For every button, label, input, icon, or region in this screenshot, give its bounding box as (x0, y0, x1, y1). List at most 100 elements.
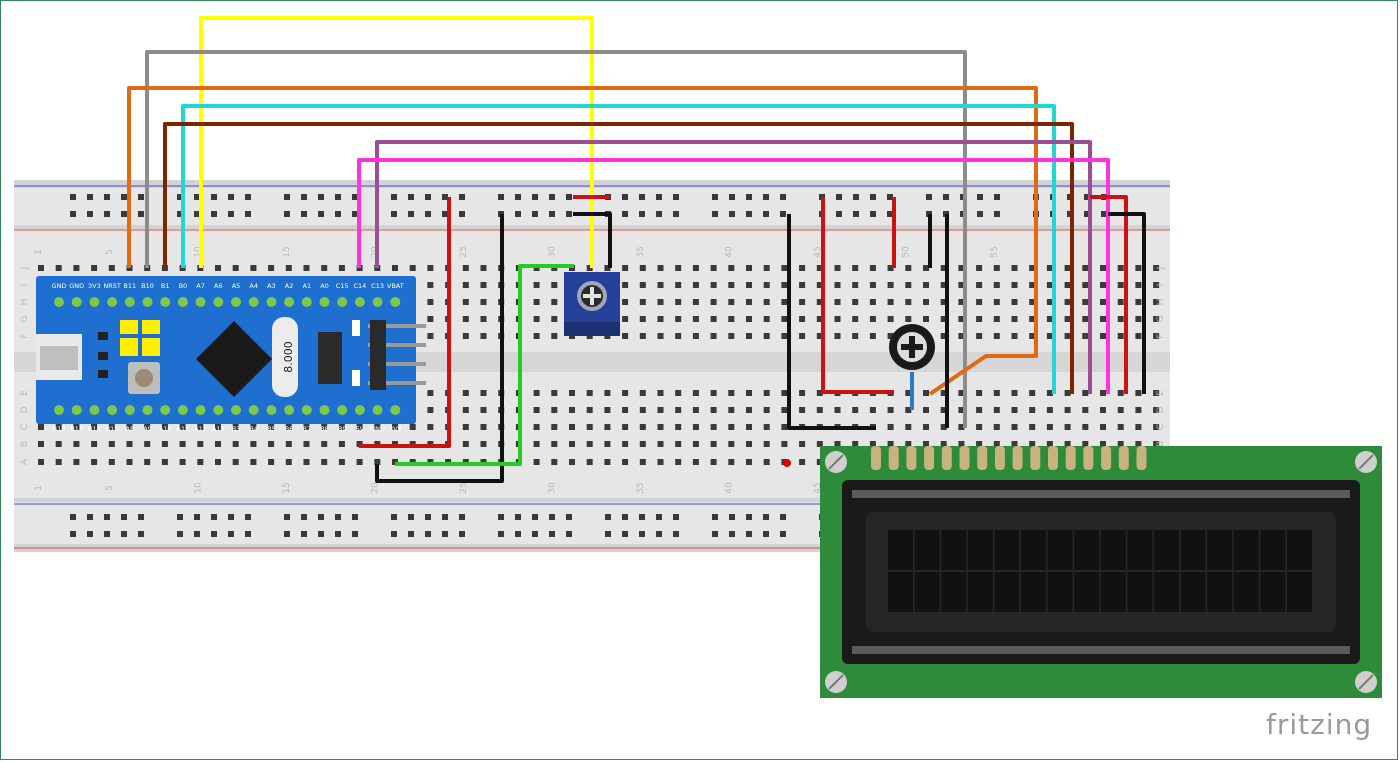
breadboard-hole (1011, 316, 1018, 322)
rail-hole (763, 531, 769, 537)
breadboard-hole (852, 299, 859, 305)
breadboard-hole (993, 282, 1000, 288)
breadboard-hole (692, 390, 699, 396)
breadboard-hole (622, 424, 629, 430)
breadboard-hole (710, 333, 717, 339)
breadboard-hole (657, 459, 664, 465)
row-letter: H (1156, 299, 1166, 306)
rail-hole (549, 531, 555, 537)
stm32-pin (231, 297, 241, 307)
circuit-scene: 1155101015152020252530303535404045455050… (14, 16, 1382, 698)
stm32-pin (266, 297, 277, 307)
breadboard-hole (108, 459, 115, 465)
breadboard-hole (480, 441, 487, 447)
breadboard-hole (728, 459, 735, 465)
rail-hole (549, 194, 555, 200)
breadboard-hole (268, 441, 275, 447)
stm32-pin (266, 405, 277, 415)
breadboard-hole (993, 390, 1000, 396)
row-letter: H (20, 299, 30, 306)
breadboard-hole (799, 299, 806, 305)
column-number: 15 (282, 246, 292, 257)
rail-hole (408, 194, 414, 200)
stm32-bottom-pin-label: 5V (356, 425, 365, 433)
breadboard-hole (781, 424, 788, 430)
stm32-pin (177, 405, 188, 415)
rail-hole (284, 211, 290, 217)
breadboard-hole (799, 407, 806, 413)
breadboard-hole (1117, 316, 1124, 322)
column-number: 30 (547, 482, 557, 494)
lcd-cell (941, 572, 967, 612)
stm32-bottom-pin-label: A11 (177, 425, 190, 433)
rail-hole (245, 514, 251, 520)
breadboard-hole (746, 333, 752, 339)
breadboard-hole (993, 333, 1000, 339)
breadboard-hole (923, 282, 929, 288)
stm32-bottom-pin-label: A12 (194, 425, 207, 433)
rail-hole (318, 211, 324, 217)
stm32-bottom-pin-label: A10 (159, 425, 172, 433)
breadboard-hole (91, 265, 98, 271)
breadboard-hole (1100, 390, 1106, 396)
breadboard-hole (834, 282, 841, 288)
breadboard-hole (126, 441, 133, 447)
breadboard-hole (338, 265, 345, 271)
breadboard-hole (533, 407, 540, 413)
breadboard-hole (1135, 282, 1142, 288)
lcd-cell (1021, 572, 1046, 612)
rail-hole (943, 194, 949, 200)
breadboard-hole (569, 459, 575, 465)
rail-hole (712, 211, 718, 217)
lcd-cell (1154, 530, 1179, 570)
stm32-top-pin-label: B10 (141, 282, 154, 290)
breadboard-hole (1100, 282, 1106, 288)
column-number: 1 (34, 485, 44, 491)
rail-hole (211, 531, 217, 537)
row-letter: E (1156, 390, 1166, 396)
breadboard-hole (993, 299, 1000, 305)
stm32-pin (124, 405, 135, 415)
stm32-top-pin-label: B1 (161, 282, 170, 290)
rail-hole (763, 514, 769, 520)
breadboard-hole (480, 299, 487, 305)
breadboard-hole (763, 333, 770, 339)
breadboard-hole (1135, 265, 1142, 271)
breadboard-hole (852, 333, 859, 339)
breadboard-hole (427, 390, 434, 396)
breadboard-hole (569, 424, 575, 430)
stm32-top-pin-label: C15 (336, 282, 349, 290)
breadboard-hole (887, 282, 894, 288)
stm32-pin (372, 405, 383, 415)
rail-hole (459, 514, 465, 520)
breadboard-hole (905, 265, 912, 271)
lcd-pin (959, 446, 970, 470)
rail-hole (622, 194, 628, 200)
breadboard-hole (1011, 333, 1018, 339)
breadboard-hole (586, 424, 593, 430)
breadboard-hole (551, 407, 558, 413)
breadboard-hole (746, 299, 752, 305)
stm32-pin (213, 297, 224, 307)
breadboard-hole (1100, 424, 1106, 430)
breadboard-hole (622, 265, 629, 271)
rail-hole (211, 194, 217, 200)
breadboard-hole (427, 265, 434, 271)
rail-hole (780, 194, 786, 200)
breadboard-hole (409, 265, 416, 271)
breadboard-hole (73, 459, 80, 465)
lcd-cell (967, 530, 993, 570)
breadboard-hole (639, 316, 646, 322)
rail-hole (138, 194, 144, 200)
breadboard-hole (692, 299, 699, 305)
crystal-label: 8.000 (282, 341, 295, 373)
rail-hole (408, 514, 414, 520)
breadboard-hole (533, 299, 540, 305)
column-number: 5 (105, 249, 115, 255)
breadboard-hole (1100, 333, 1106, 339)
row-letter: D (1156, 406, 1166, 413)
rail-hole (335, 211, 341, 217)
row-letter: F (20, 333, 30, 338)
breadboard-hole (622, 333, 629, 339)
stm32-bottom-pin-label: B15 (106, 425, 119, 433)
